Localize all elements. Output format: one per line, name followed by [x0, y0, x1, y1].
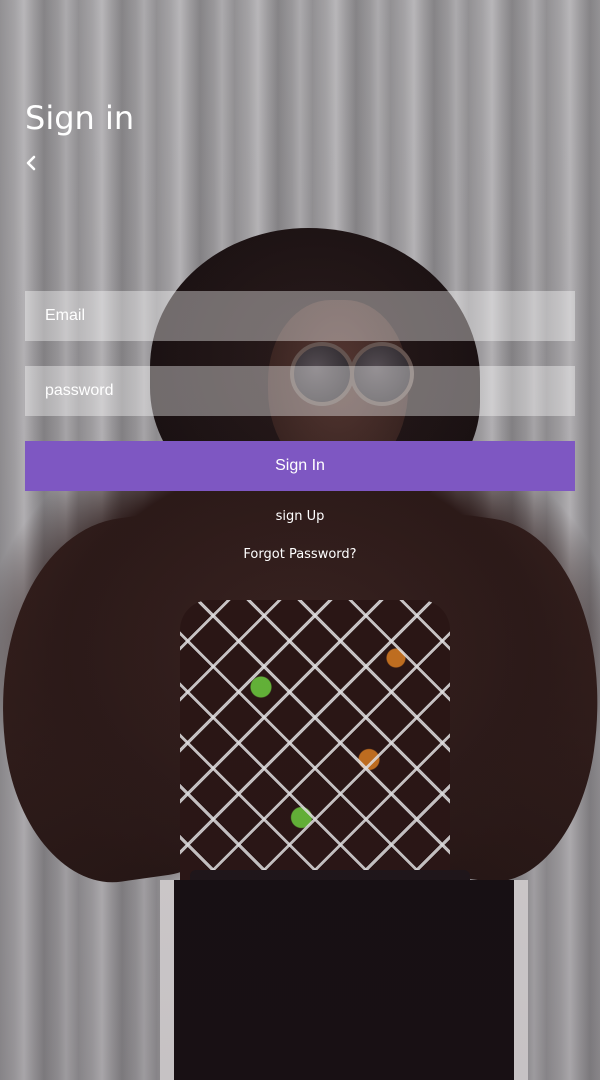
back-button[interactable]	[20, 150, 42, 176]
page-title: Sign in	[25, 99, 135, 137]
email-field[interactable]	[25, 291, 575, 341]
sign-up-link[interactable]: sign Up	[0, 509, 600, 524]
background-photo	[0, 0, 600, 1080]
sign-in-button[interactable]: Sign In	[25, 441, 575, 491]
password-field[interactable]	[25, 366, 575, 416]
background-shade	[0, 0, 600, 1080]
chevron-left-icon	[26, 155, 36, 171]
forgot-password-link[interactable]: Forgot Password?	[0, 547, 600, 562]
